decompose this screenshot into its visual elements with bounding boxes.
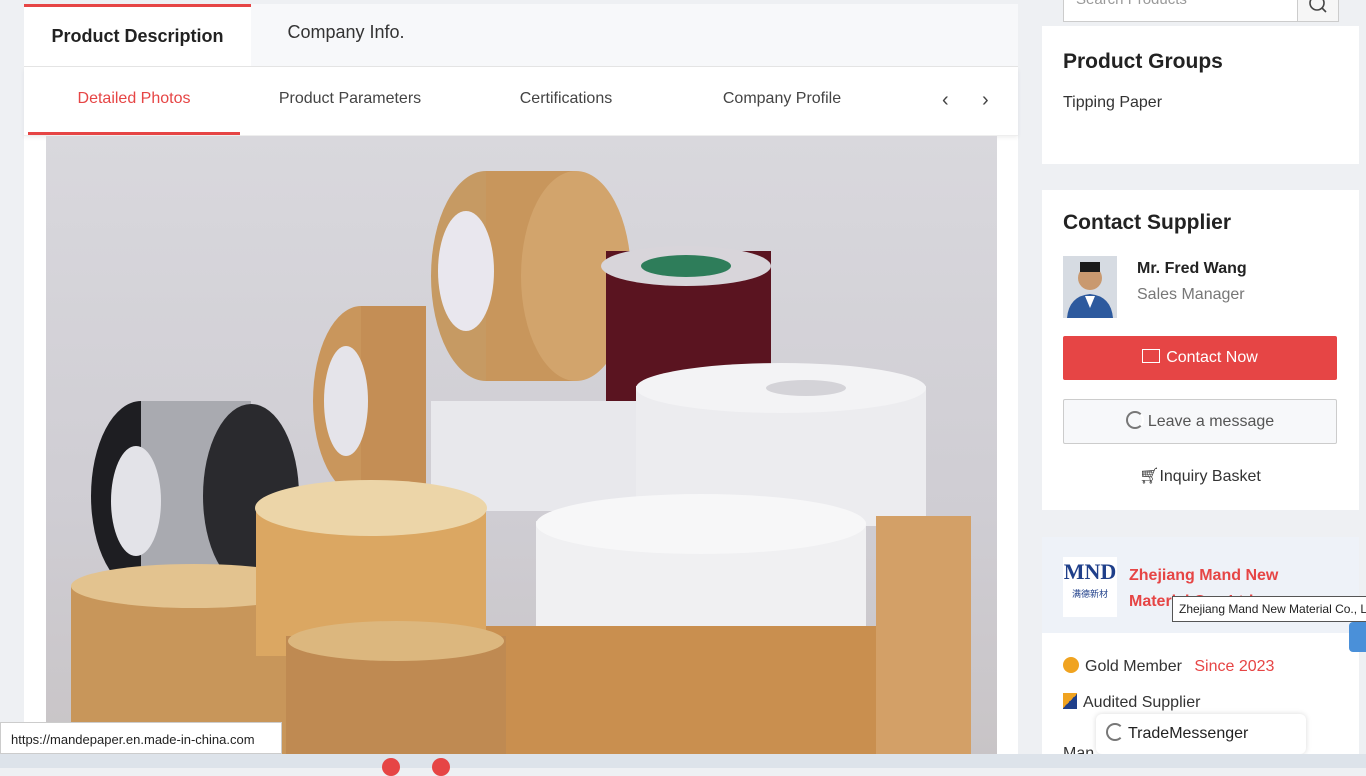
leave-message-label: Leave a message [1147,413,1275,430]
search-button[interactable] [1297,0,1339,22]
audited-supplier-icon [1063,693,1077,709]
tab-bar: Product Description Company Info. [24,4,1018,67]
product-photo [46,136,997,764]
company-name-tooltip: Zhejiang Mand New Material Co., Ltd. [1172,596,1366,622]
next-arrow-icon[interactable]: › [982,89,989,112]
inquiry-basket-link[interactable]: 🛒︎Inquiry Basket [1063,466,1337,486]
trade-messenger-label: TradeMessenger [1128,725,1249,742]
subnav-detailed-photos[interactable]: Detailed Photos [28,67,240,135]
taskbar-app-icon[interactable] [432,758,450,776]
audited-supplier-row: Audited Supplier [1063,693,1200,712]
product-groups-card: Product Groups Tipping Paper [1042,26,1359,164]
loading-icon [1125,411,1144,429]
contact-now-label: Contact Now [1166,349,1258,366]
contact-supplier-title: Contact Supplier [1063,211,1232,234]
product-groups-title: Product Groups [1063,50,1223,73]
envelope-icon [1142,349,1161,363]
contact-now-button[interactable]: Contact Now [1063,336,1337,380]
product-group-item-tipping-paper[interactable]: Tipping Paper [1063,94,1162,112]
leave-message-button[interactable]: Leave a message [1063,399,1337,444]
prev-arrow-icon[interactable]: ‹ [942,89,949,112]
taskbar [0,754,1366,776]
inquiry-basket-label: Inquiry Basket [1159,468,1261,485]
search-input[interactable]: Search Products [1063,0,1299,22]
trade-messenger-icon [1106,723,1124,741]
member-since: Since 2023 [1194,658,1275,675]
paper-rolls-illustration [71,171,971,764]
tab-product-description[interactable]: Product Description [24,4,251,66]
gold-member-icon [1063,657,1079,673]
back-to-top-button[interactable] [1349,622,1366,652]
gold-member-row: Gold Member Since 2023 [1063,657,1274,676]
gold-member-label: Gold Member [1085,658,1182,675]
trade-messenger-widget[interactable]: TradeMessenger [1096,714,1306,754]
company-logo: MND 满德新材 [1063,557,1117,617]
search-placeholder: Search Products [1076,0,1187,8]
taskbar-app-icon[interactable] [382,758,400,776]
status-bar-url: https://mandepaper.en.made-in-china.com [0,722,282,754]
supplier-name: Mr. Fred Wang [1137,260,1247,277]
sub-navigation: Detailed Photos Product Parameters Certi… [24,67,1018,136]
subnav-product-parameters[interactable]: Product Parameters [246,67,454,135]
audited-supplier-label: Audited Supplier [1083,694,1201,711]
tab-company-info[interactable]: Company Info. [251,4,441,66]
main-content: Product Description Company Info. Detail… [24,4,1018,764]
cart-icon: 🛒︎ [1139,468,1160,485]
avatar [1063,256,1117,318]
search-icon [1309,0,1327,13]
subnav-company-profile[interactable]: Company Profile [678,67,886,135]
supplier-role: Sales Manager [1137,286,1245,303]
subnav-certifications[interactable]: Certifications [462,67,670,135]
